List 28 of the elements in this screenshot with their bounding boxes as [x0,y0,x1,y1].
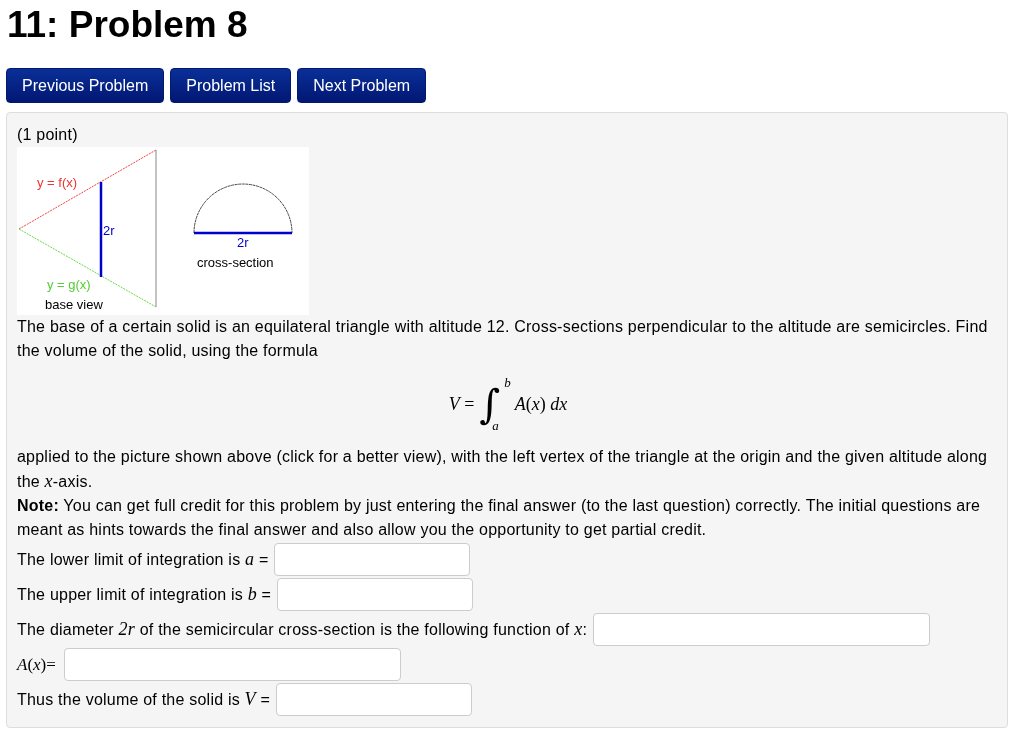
question-text: The upper limit of integration is b = [17,583,272,606]
points-label: (1 point) [17,126,78,143]
answer-field[interactable] [276,683,473,716]
curve-label: y = g(x) [47,277,91,292]
question-text: Thus the volume of the solid is V = [17,688,271,711]
page-title: 11: Problem 8 [7,3,248,47]
question-text: The lower limit of integration is a = [17,548,269,571]
chord-label: 2r [103,223,115,238]
problem-text: applied to the picture shown above (click for a better view), with the left vertex of the triangle at the origin and the given altitude along the x-axis. [17,447,989,493]
question-text: The diameter 2r of the semicircular cross-section is the following function of x: [17,618,588,641]
note-text: Note: You can get full credit for this problem by just entering the final answer (to the last question) correctly. The initial questions are meant as hints towards the final answer and also allow you the opportunity to get partial credit. [17,496,982,540]
nav-button[interactable]: Previous Problem [6,68,165,103]
answer-field[interactable] [274,543,471,576]
problem-text: The base of a certain solid is an equilateral triangle with altitude 12. Cross-sections perpendicular to the altitude are semicircles. Find the volume of the solid, using the formula [17,317,989,361]
nav-button[interactable]: Problem List [170,68,292,103]
figure-caption: cross-section [197,255,274,270]
answer-field[interactable] [63,648,401,681]
nav-button[interactable]: Next Problem [297,68,427,103]
question-text: A(x)= [17,653,56,676]
formula-lhs: V = [448,395,475,413]
curve-label: y = f(x) [37,175,78,190]
answer-field[interactable] [593,613,931,646]
answer-field[interactable] [277,578,474,611]
integrand: A(x) dx [514,395,568,413]
upper-limit: b [504,376,511,389]
figure-caption: base view [45,297,103,312]
figure-image[interactable]: y = f(x) 2r y = g(x) base view 2r cross-section [17,147,309,315]
diameter-label: 2r [237,235,249,250]
